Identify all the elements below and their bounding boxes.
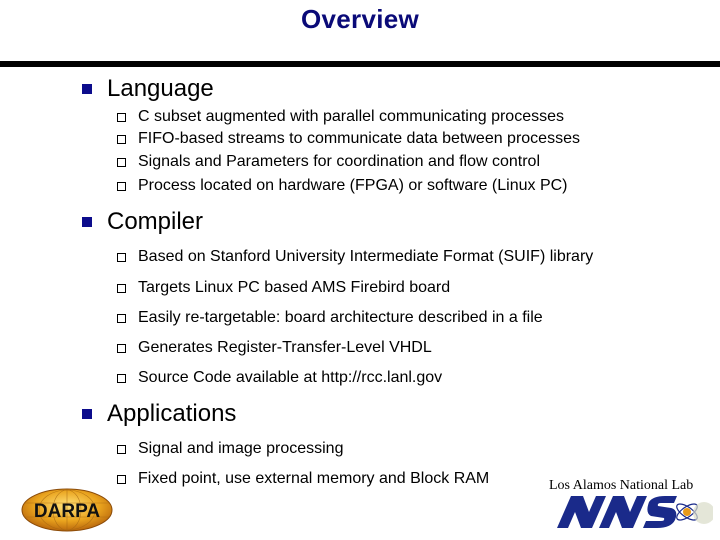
- list-item: Source Code available at http://rcc.lanl…: [117, 367, 442, 389]
- nnsa-logo-icon: [557, 496, 713, 528]
- list-item: Based on Stanford University Intermediat…: [117, 246, 593, 268]
- section-heading: Compiler: [107, 208, 204, 235]
- hollow-square-bullet-icon: [117, 252, 126, 262]
- section-heading: Applications: [107, 400, 237, 427]
- hollow-square-bullet-icon: [117, 157, 126, 167]
- hollow-square-bullet-icon: [117, 134, 126, 144]
- hollow-square-bullet-icon: [117, 373, 126, 383]
- list-item: Easily re-targetable: board architecture…: [117, 307, 543, 329]
- square-bullet-icon: [82, 217, 92, 227]
- hollow-square-bullet-icon: [117, 181, 126, 191]
- section-heading: Language: [107, 75, 214, 102]
- hollow-square-bullet-icon: [117, 112, 126, 122]
- list-item: Signal and image processing: [117, 438, 343, 460]
- slide-title: Overview: [300, 4, 420, 34]
- section-language: Language: [82, 74, 214, 104]
- section-compiler: Compiler: [82, 207, 203, 237]
- title-divider: [0, 61, 720, 67]
- list-item: Fixed point, use external memory and Blo…: [117, 468, 489, 490]
- square-bullet-icon: [82, 409, 92, 419]
- hollow-square-bullet-icon: [117, 474, 126, 484]
- list-item: Signals and Parameters for coordination …: [117, 151, 540, 173]
- hollow-square-bullet-icon: [117, 283, 126, 293]
- hollow-square-bullet-icon: [117, 313, 126, 323]
- list-item: Process located on hardware (FPGA) or so…: [117, 175, 568, 197]
- darpa-logo-icon: DARPA: [21, 488, 113, 532]
- list-item: FIFO-based streams to communicate data b…: [117, 128, 580, 150]
- hollow-square-bullet-icon: [117, 444, 126, 454]
- list-item: Generates Register-Transfer-Level VHDL: [117, 337, 432, 359]
- lanl-caption: Los Alamos National Lab: [549, 478, 694, 493]
- list-item: Targets Linux PC based AMS Firebird boar…: [117, 277, 450, 299]
- section-applications: Applications: [82, 399, 236, 429]
- darpa-logo-text: DARPA: [34, 501, 100, 522]
- square-bullet-icon: [82, 84, 92, 94]
- list-item: C subset augmented with parallel communi…: [117, 106, 564, 128]
- hollow-square-bullet-icon: [117, 343, 126, 353]
